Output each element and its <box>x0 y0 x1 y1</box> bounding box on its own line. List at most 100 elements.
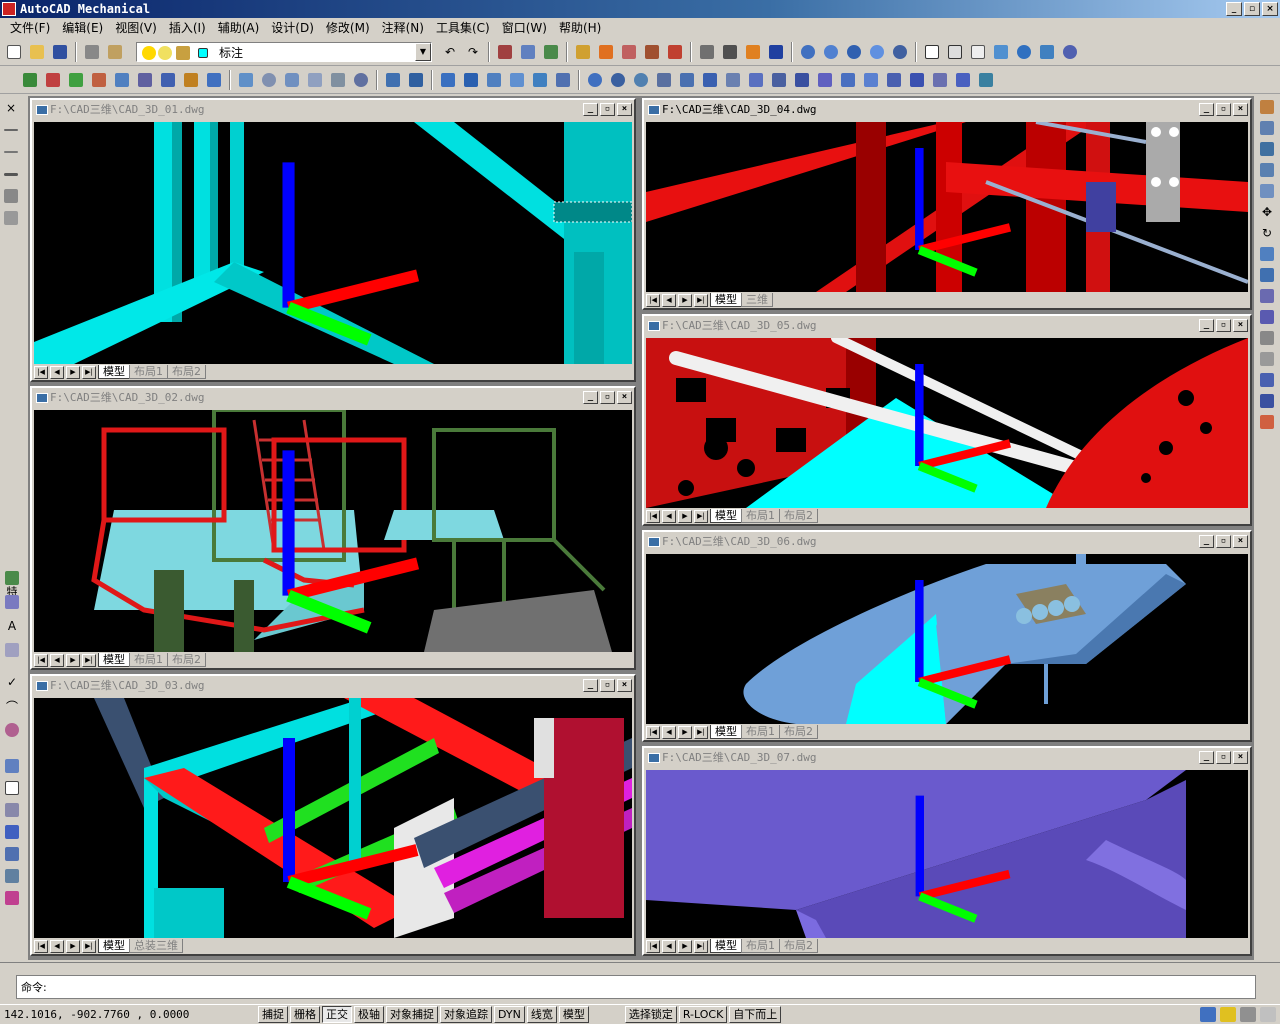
maximize-button[interactable]: ▫ <box>600 391 615 404</box>
chamfer-icon[interactable] <box>1257 370 1277 390</box>
lineweight-toggle[interactable]: 线宽 <box>526 1006 557 1023</box>
first-tab-icon[interactable]: |◀ <box>34 939 48 953</box>
revolve-icon[interactable] <box>406 70 426 90</box>
table-icon[interactable] <box>2 778 22 798</box>
sphere-icon[interactable] <box>259 70 279 90</box>
drawing-icon[interactable] <box>648 753 660 763</box>
cone-icon[interactable] <box>305 70 325 90</box>
wireframe-box-icon[interactable] <box>968 42 988 62</box>
prev-tab-icon[interactable]: ◀ <box>50 653 64 667</box>
grid-toggle[interactable]: 栅格 <box>290 1006 320 1023</box>
coordinate-readout[interactable]: 142.1016, -902.7760 , 0.0000 <box>4 1008 189 1021</box>
minimize-button[interactable]: _ <box>583 103 598 116</box>
line-tool-icon[interactable] <box>1 120 21 140</box>
osnap-toggle[interactable]: 对象捕捉 <box>386 1006 438 1023</box>
next-tab-icon[interactable]: ▶ <box>678 509 692 523</box>
menu-help[interactable]: 帮助(H) <box>553 18 607 38</box>
rotate-faces-icon[interactable] <box>746 70 766 90</box>
drawing-icon[interactable] <box>648 321 660 331</box>
section-icon[interactable] <box>461 70 481 90</box>
maximize-button[interactable]: ▫ <box>1216 319 1231 332</box>
minimize-button[interactable]: _ <box>1199 535 1214 548</box>
snap-toggle[interactable]: 捕捉 <box>258 1006 288 1023</box>
prev-tab-icon[interactable]: ◀ <box>662 725 676 739</box>
tab-layout2[interactable]: 布局2 <box>779 509 818 523</box>
boundary-icon[interactable] <box>2 844 22 864</box>
next-tab-icon[interactable]: ▶ <box>678 725 692 739</box>
intersect-icon[interactable] <box>631 70 651 90</box>
minimize-button[interactable]: _ <box>1199 319 1214 332</box>
model-viewport[interactable] <box>646 338 1248 508</box>
tab-layout1[interactable]: 布局1 <box>741 509 780 523</box>
copy-edges-icon[interactable] <box>838 70 858 90</box>
prev-tab-icon[interactable]: ◀ <box>662 293 676 307</box>
maximize-button[interactable]: ▫ <box>1216 751 1231 764</box>
last-tab-icon[interactable]: ▶| <box>694 725 708 739</box>
drawing-window-04[interactable]: F:\CAD三维\CAD_3D_04.dwg _ ▫ × |◀ ◀ ▶ ▶| 模… <box>642 98 1252 310</box>
drawing-titlebar[interactable]: F:\CAD三维\CAD_3D_05.dwg _ ▫ × <box>644 316 1250 336</box>
setup-view-icon[interactable] <box>530 70 550 90</box>
angle-icon[interactable] <box>720 42 740 62</box>
maximize-button[interactable]: ▫ <box>600 679 615 692</box>
interfere-icon[interactable] <box>484 70 504 90</box>
ucs-object-icon[interactable] <box>135 70 155 90</box>
box-icon[interactable] <box>236 70 256 90</box>
new-file-icon[interactable] <box>4 42 24 62</box>
model-viewport[interactable] <box>34 698 632 938</box>
tab-model[interactable]: 模型 <box>98 653 130 667</box>
move-icon[interactable]: ✥ <box>1257 202 1277 222</box>
ucs-icon[interactable] <box>20 70 40 90</box>
copy-faces-icon[interactable] <box>792 70 812 90</box>
lock-icon[interactable] <box>173 43 193 63</box>
command-input[interactable]: 命令: <box>16 975 1256 999</box>
union-icon[interactable] <box>585 70 605 90</box>
view-top-icon[interactable] <box>922 42 942 62</box>
scale-icon[interactable] <box>1257 244 1277 264</box>
drawing-icon[interactable] <box>648 105 660 115</box>
render-icon[interactable] <box>1060 42 1080 62</box>
gradient-icon[interactable] <box>2 822 22 842</box>
subtract-icon[interactable] <box>608 70 628 90</box>
hole-chart-icon[interactable] <box>642 42 662 62</box>
tab-model[interactable]: 模型 <box>710 509 742 523</box>
drawing-titlebar[interactable]: F:\CAD三维\CAD_3D_07.dwg _ ▫ × <box>644 748 1250 768</box>
prev-tab-icon[interactable]: ◀ <box>50 365 64 379</box>
drawing-window-07[interactable]: F:\CAD三维\CAD_3D_07.dwg _ ▫ × |◀ ◀ ▶ ▶| 模型 布… <box>642 746 1252 956</box>
menu-annotate[interactable]: 注释(N) <box>376 18 430 38</box>
stretch-icon[interactable] <box>1257 265 1277 285</box>
otrack-toggle[interactable]: 对象追踪 <box>440 1006 492 1023</box>
drawing-titlebar[interactable]: F:\CAD三维\CAD_3D_04.dwg _ ▫ × <box>644 100 1250 120</box>
shaded-box-icon[interactable] <box>991 42 1011 62</box>
separate-icon[interactable] <box>930 70 950 90</box>
balloon-icon[interactable] <box>596 42 616 62</box>
drawing-titlebar[interactable]: F:\CAD三维\CAD_3D_03.dwg _ ▫ × <box>32 676 634 696</box>
close-button[interactable]: × <box>617 103 632 116</box>
next-tab-icon[interactable]: ▶ <box>66 939 80 953</box>
array-icon[interactable] <box>1257 181 1277 201</box>
padlock-icon[interactable] <box>1240 1007 1256 1022</box>
close-button[interactable]: × <box>617 679 632 692</box>
move-faces-icon[interactable] <box>677 70 697 90</box>
model-viewport[interactable] <box>646 122 1248 292</box>
last-tab-icon[interactable]: ▶| <box>82 365 96 379</box>
offset-faces-icon[interactable] <box>700 70 720 90</box>
trim-icon[interactable] <box>1257 286 1277 306</box>
selection-lock-toggle[interactable]: 选择锁定 <box>624 1006 677 1023</box>
tool-palette-icon[interactable] <box>541 42 561 62</box>
minimize-button[interactable]: _ <box>1226 2 1242 16</box>
last-tab-icon[interactable]: ▶| <box>694 293 708 307</box>
last-tab-icon[interactable]: ▶| <box>694 939 708 953</box>
color-edges-icon[interactable] <box>861 70 881 90</box>
zoom-window-icon[interactable] <box>844 42 864 62</box>
last-tab-icon[interactable]: ▶| <box>694 509 708 523</box>
close-button[interactable]: × <box>1233 319 1248 332</box>
drawing-icon[interactable] <box>36 105 48 115</box>
block-icon[interactable] <box>2 756 22 776</box>
drawing-titlebar[interactable]: F:\CAD三维\CAD_3D_02.dwg _ ▫ × <box>32 388 634 408</box>
layer-manager-icon[interactable] <box>105 42 125 62</box>
drawing-window-03[interactable]: F:\CAD三维\CAD_3D_03.dwg _ ▫ × |◀ ◀ ▶ ▶| 模… <box>30 674 636 956</box>
gouraud-icon[interactable] <box>1037 42 1057 62</box>
menu-view[interactable]: 视图(V) <box>109 18 163 38</box>
close-panel-icon[interactable]: × <box>1 98 21 118</box>
explode-icon[interactable] <box>1257 412 1277 432</box>
